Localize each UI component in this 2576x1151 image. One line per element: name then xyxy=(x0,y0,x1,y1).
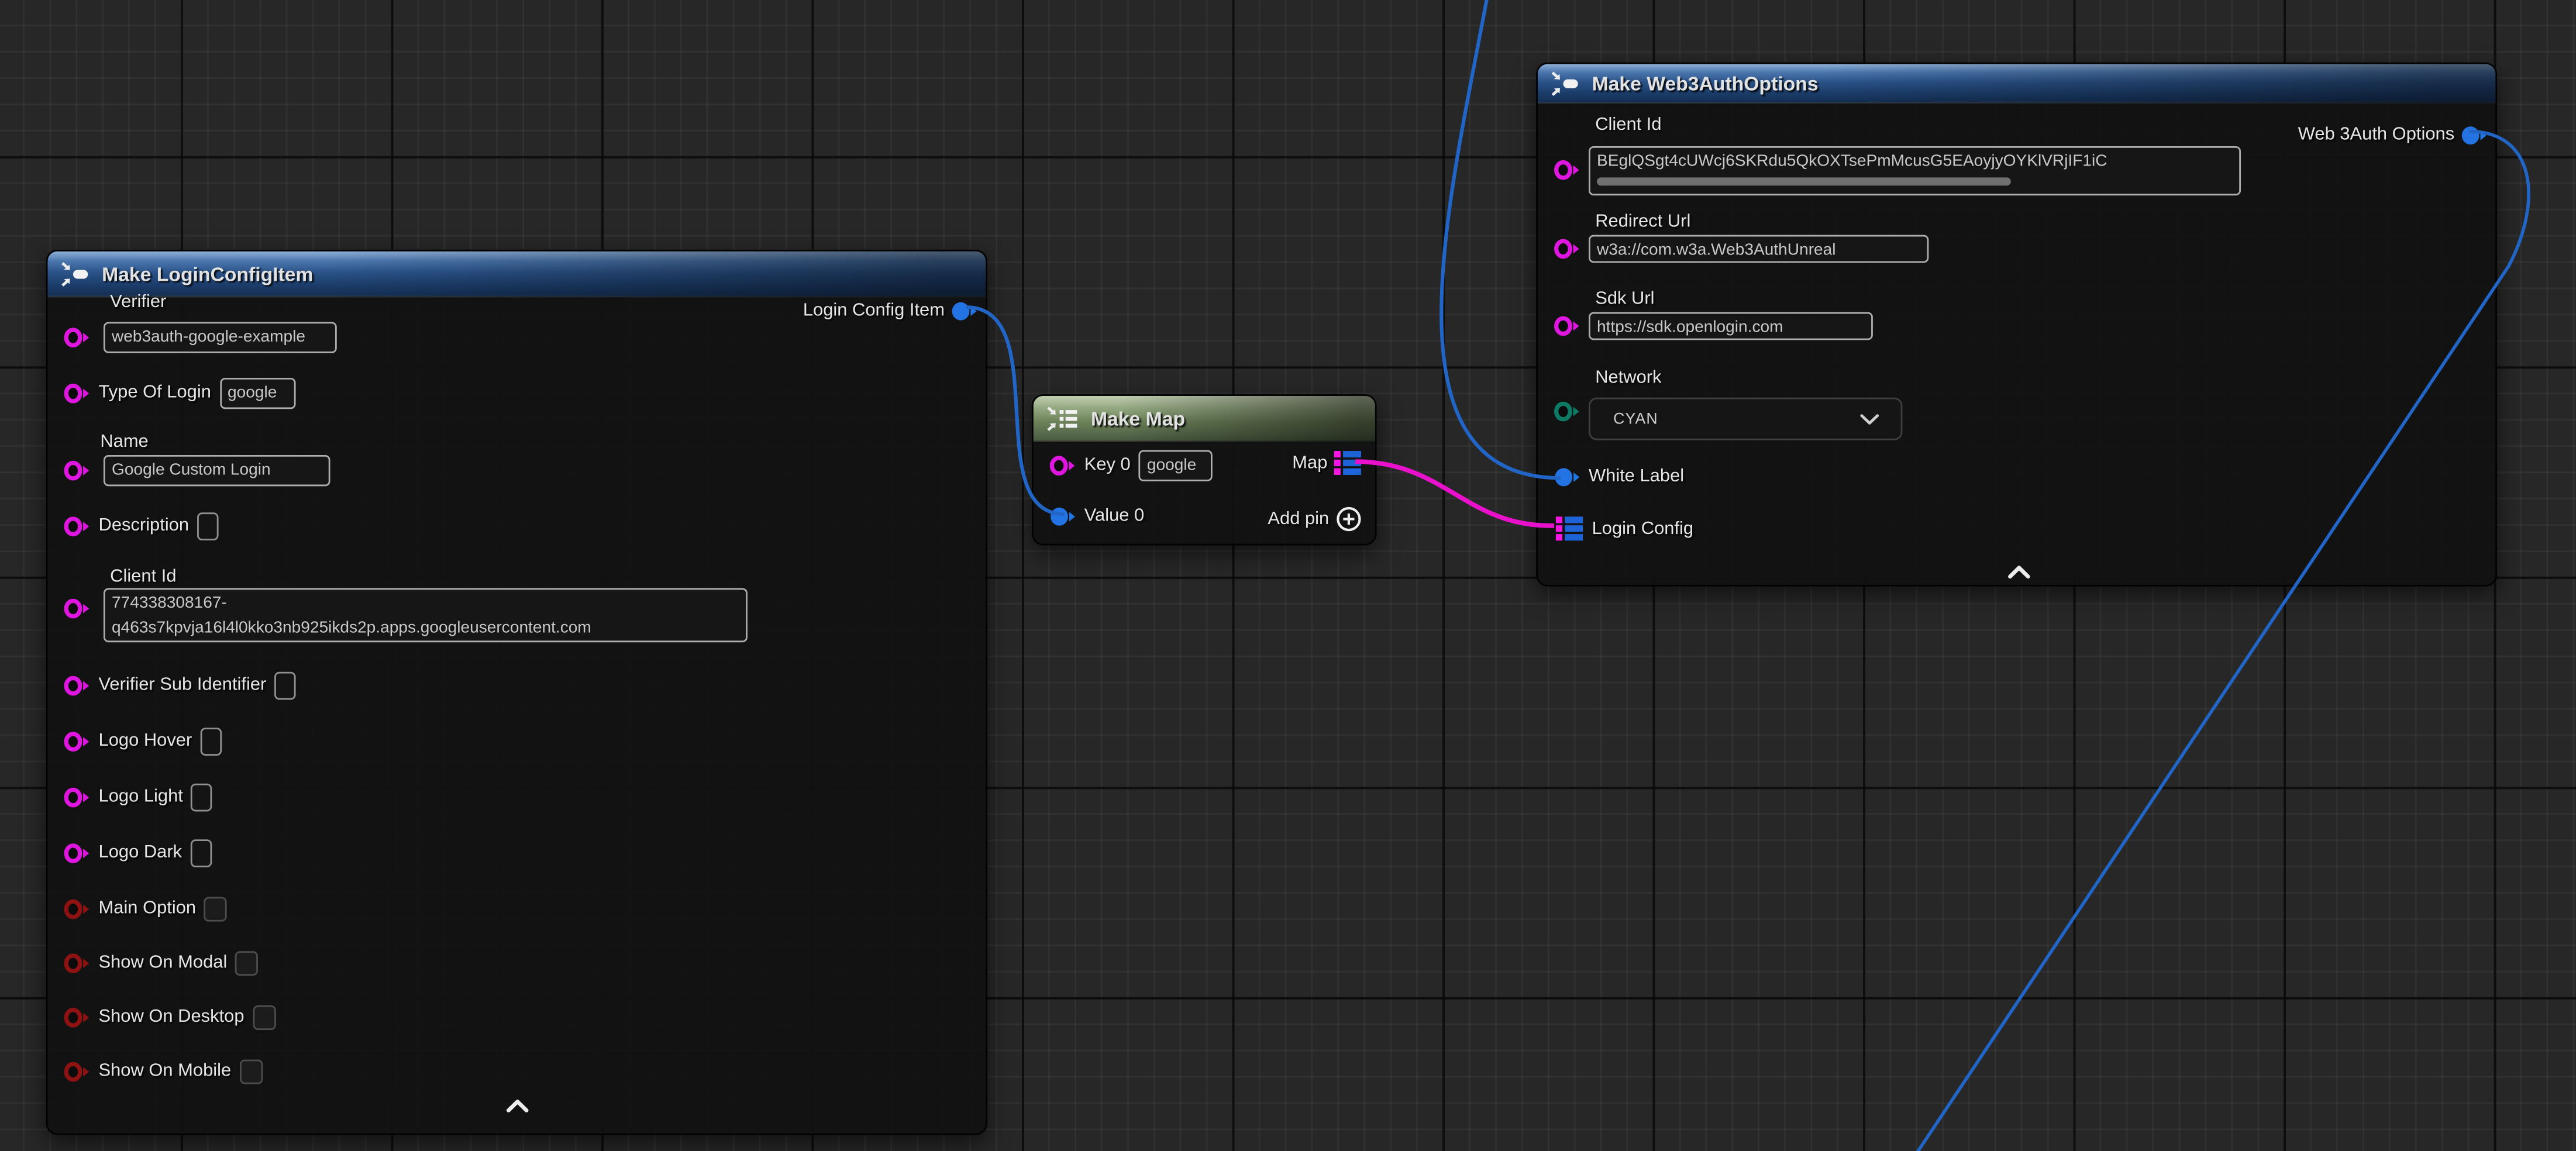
pin-label-redirect-url: Redirect Url xyxy=(1595,212,1690,232)
pin-verifier[interactable] xyxy=(64,327,91,349)
pin-label-sdk-url: Sdk Url xyxy=(1595,289,1654,309)
node-header-make-loginconfigitem[interactable]: Make LoginConfigItem xyxy=(47,251,986,298)
pin-network[interactable] xyxy=(1554,401,1580,422)
pin-description[interactable] xyxy=(64,515,91,537)
main-option-checkbox[interactable] xyxy=(204,896,227,921)
pin-label-login-config: Login Config xyxy=(1592,518,1694,538)
name-input[interactable]: Google Custom Login xyxy=(104,455,330,486)
pin-label-verifier: Verifier xyxy=(110,292,166,312)
show-on-mobile-checkbox[interactable] xyxy=(239,1059,262,1083)
network-dropdown[interactable]: CYAN xyxy=(1589,398,1902,440)
pin-client-id[interactable] xyxy=(64,598,91,619)
client-id-value-line2: q463s7kpvja16l4l0kko3nb925ikds2p.apps.go… xyxy=(112,616,739,640)
pin-label-show-on-modal: Show On Modal xyxy=(99,953,228,973)
client-id-value-line1: 774338308167- xyxy=(112,591,739,616)
pin-value-0[interactable] xyxy=(1050,505,1076,527)
pin-show-on-desktop[interactable] xyxy=(64,1006,91,1028)
type-of-login-value: google xyxy=(228,384,277,402)
node-title: Make Web3AuthOptions xyxy=(1592,71,1819,94)
client-id-scrollbar[interactable] xyxy=(1597,177,2011,185)
redirect-url-value: w3a://com.w3a.Web3AuthUnreal xyxy=(1597,242,1836,260)
collapse-node-chevron-icon[interactable] xyxy=(504,1097,531,1114)
pin-label-value-0: Value 0 xyxy=(1084,506,1145,526)
pin-label-logo-dark: Logo Dark xyxy=(99,843,182,863)
logo-dark-input[interactable] xyxy=(190,839,212,867)
pin-map-output[interactable] xyxy=(1334,450,1362,477)
pin-label-type-of-login: Type Of Login xyxy=(99,382,211,402)
pin-client-id[interactable] xyxy=(1554,159,1580,181)
pin-name[interactable] xyxy=(64,460,91,481)
logo-light-input[interactable] xyxy=(191,783,213,811)
collapse-node-chevron-icon[interactable] xyxy=(2006,563,2032,580)
name-value: Google Custom Login xyxy=(112,461,271,480)
verifier-sub-identifier-input[interactable] xyxy=(274,671,296,699)
sdk-url-input[interactable]: https://sdk.openlogin.com xyxy=(1589,312,1873,340)
pin-label-key-0: Key 0 xyxy=(1084,455,1131,475)
output-pin-label: Web 3Auth Options xyxy=(2298,125,2454,144)
make-struct-icon xyxy=(1551,70,1580,96)
chevron-down-icon xyxy=(1859,413,1879,425)
logo-hover-input[interactable] xyxy=(200,727,222,755)
pin-redirect-url[interactable] xyxy=(1554,238,1580,260)
network-selected-value: CYAN xyxy=(1590,410,1860,428)
show-on-modal-checkbox[interactable] xyxy=(235,950,258,975)
pin-login-config-item-output[interactable] xyxy=(951,300,977,322)
node-header-make-web3authoptions[interactable]: Make Web3AuthOptions xyxy=(1538,64,2495,104)
make-map-icon xyxy=(1046,405,1079,431)
pin-label-verifier-sub-identifier: Verifier Sub Identifier xyxy=(99,675,267,695)
pin-label-client-id: Client Id xyxy=(110,567,176,587)
pin-label-map-output: Map xyxy=(1292,453,1327,473)
pin-label-client-id: Client Id xyxy=(1595,115,1661,135)
pin-type-of-login[interactable] xyxy=(64,382,91,404)
pin-show-on-modal[interactable] xyxy=(64,952,91,974)
key-0-input[interactable]: google xyxy=(1139,449,1213,480)
pin-web3auth-options-output[interactable] xyxy=(2461,124,2487,146)
verifier-input[interactable]: web3auth-google-example xyxy=(104,322,337,353)
pin-key-0[interactable] xyxy=(1050,454,1076,476)
key-0-value: google xyxy=(1147,456,1196,474)
client-id-input[interactable]: 774338308167- q463s7kpvja16l4l0kko3nb925… xyxy=(104,588,748,643)
node-make-web3authoptions[interactable]: Make Web3AuthOptions Web 3Auth Options C… xyxy=(1536,63,2497,587)
pin-label-white-label: White Label xyxy=(1589,467,1684,487)
add-pin-label: Add pin xyxy=(1268,509,1329,529)
sdk-url-value: https://sdk.openlogin.com xyxy=(1597,319,1783,337)
pin-label-show-on-desktop: Show On Desktop xyxy=(99,1007,244,1027)
client-id-value: BEglQSgt4cUWcj6SKRdu5QkOXTsePmMcusG5EAoy… xyxy=(1597,150,2233,174)
pin-logo-light[interactable] xyxy=(64,786,91,808)
pin-label-logo-hover: Logo Hover xyxy=(99,731,192,751)
pin-show-on-mobile[interactable] xyxy=(64,1060,91,1082)
node-make-loginconfigitem[interactable]: Make LoginConfigItem Login Config Item V… xyxy=(46,250,987,1135)
pin-label-description: Description xyxy=(99,516,190,536)
pin-logo-dark[interactable] xyxy=(64,842,91,863)
pin-label-logo-light: Logo Light xyxy=(99,787,183,807)
pin-sdk-url[interactable] xyxy=(1554,315,1580,337)
redirect-url-input[interactable]: w3a://com.w3a.Web3AuthUnreal xyxy=(1589,235,1928,263)
node-title: Make Map xyxy=(1091,406,1185,429)
blueprint-graph-canvas[interactable]: Make LoginConfigItem Login Config Item V… xyxy=(0,0,2576,1151)
node-make-map[interactable]: Make Map Key 0 google Map Value 0 Add pi… xyxy=(1032,394,1377,545)
pin-main-option[interactable] xyxy=(64,898,91,919)
add-pin-plus-icon[interactable] xyxy=(1335,506,1362,532)
output-pin-label: Login Config Item xyxy=(803,301,945,321)
pin-label-name: Name xyxy=(100,432,148,452)
pin-logo-hover[interactable] xyxy=(64,730,91,752)
pin-label-network: Network xyxy=(1595,368,1661,388)
make-struct-icon xyxy=(61,260,91,287)
pin-login-config[interactable] xyxy=(1556,515,1584,542)
pin-verifier-sub-identifier[interactable] xyxy=(64,674,91,696)
description-input[interactable] xyxy=(197,512,219,540)
pin-label-main-option: Main Option xyxy=(99,898,197,918)
verifier-value: web3auth-google-example xyxy=(112,329,305,347)
node-header-make-map[interactable]: Make Map xyxy=(1034,396,1375,442)
pin-label-show-on-mobile: Show On Mobile xyxy=(99,1061,232,1081)
node-title: Make LoginConfigItem xyxy=(102,262,313,285)
show-on-desktop-checkbox[interactable] xyxy=(253,1005,275,1029)
pin-white-label[interactable] xyxy=(1554,466,1580,487)
type-of-login-input[interactable]: google xyxy=(219,377,295,408)
wire-map-to-login-config[interactable] xyxy=(1355,461,1554,526)
client-id-input[interactable]: BEglQSgt4cUWcj6SKRdu5QkOXTsePmMcusG5EAoy… xyxy=(1589,146,2241,195)
